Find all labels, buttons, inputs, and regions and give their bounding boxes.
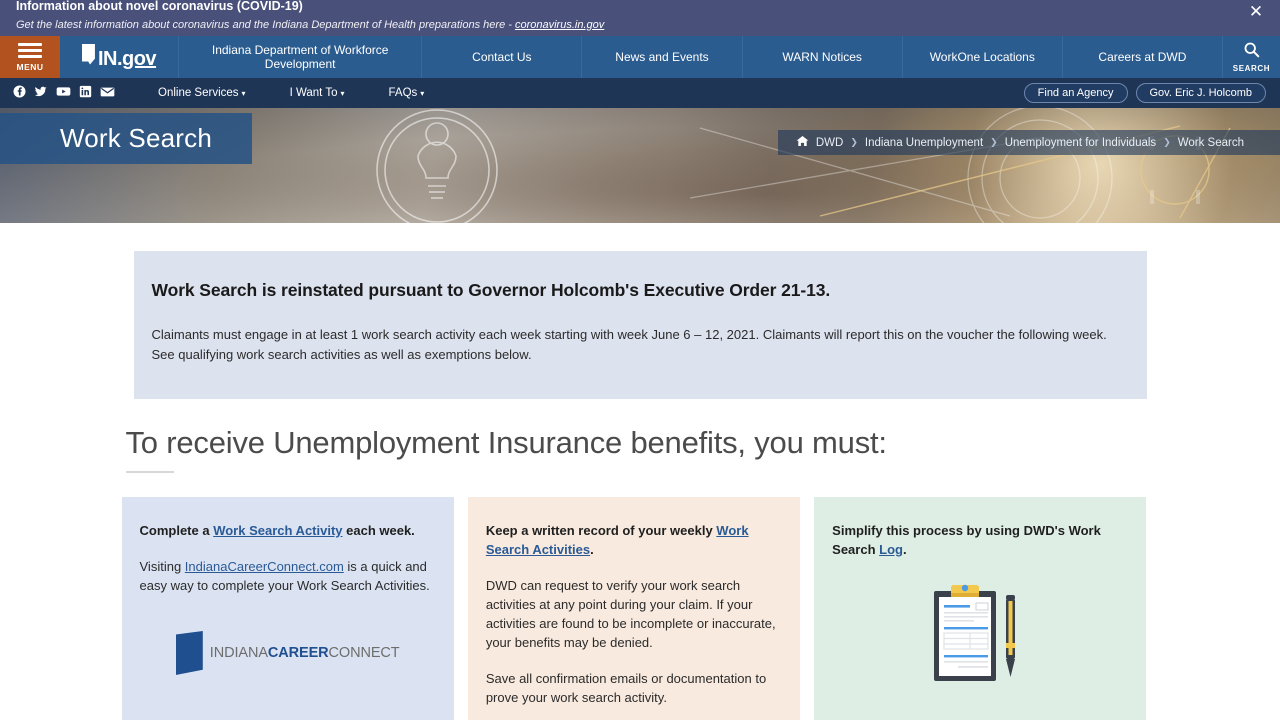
email-icon[interactable] bbox=[96, 86, 118, 101]
section-heading: To receive Unemployment Insurance benefi… bbox=[125, 425, 888, 460]
card-complete-work-search-activity: Complete a Work Search Activity each wee… bbox=[121, 497, 454, 720]
subnav-item-faqs[interactable]: FAQs ▾ bbox=[367, 87, 447, 99]
chevron-right-icon: ❯ bbox=[1163, 137, 1171, 148]
work-search-log-link[interactable]: Log bbox=[879, 542, 903, 557]
subnav-item-i-want-to-label: I Want To bbox=[289, 87, 338, 99]
card-1-heading-after: each week. bbox=[342, 523, 415, 538]
icc-text-career: CAREER bbox=[267, 645, 329, 661]
indiana-state-outline-icon bbox=[81, 43, 95, 65]
covid-banner-title: Information about novel coronavirus (COV… bbox=[16, 0, 303, 13]
chevron-right-icon: ❯ bbox=[850, 137, 858, 148]
twitter-icon[interactable] bbox=[30, 85, 52, 101]
primary-nav-items: Indiana Department of Workforce Developm… bbox=[178, 36, 1222, 78]
facebook-icon[interactable] bbox=[8, 85, 30, 101]
card-3-heading: Simplify this process by using DWD's Wor… bbox=[832, 521, 1128, 559]
covid-banner-subtitle: Get the latest information about coronav… bbox=[16, 12, 1264, 32]
card-3-heading-after: . bbox=[902, 542, 907, 557]
reinstatement-alert-box: Work Search is reinstated pursuant to Go… bbox=[133, 251, 1147, 399]
icc-mark-icon bbox=[175, 631, 203, 675]
card-2-heading-before: Keep a written record of your weekly bbox=[485, 523, 717, 538]
nav-item-contact-us[interactable]: Contact Us bbox=[421, 36, 582, 78]
nav-item-workone-locations[interactable]: WorkOne Locations bbox=[901, 36, 1062, 78]
work-search-activity-link[interactable]: Work Search Activity bbox=[213, 523, 342, 538]
primary-navigation: MENU IN.gov Indiana Department of Workfo… bbox=[0, 36, 1280, 78]
card-work-search-log: Simplify this process by using DWD's Wor… bbox=[814, 497, 1147, 720]
section-heading-rule bbox=[125, 471, 174, 473]
hamburger-menu-icon bbox=[18, 42, 42, 61]
hero-title-container: Work Search bbox=[0, 113, 252, 164]
icc-text-connect: CONNECT bbox=[328, 645, 400, 661]
search-icon bbox=[1243, 41, 1260, 62]
main-content: Work Search is reinstated pursuant to Go… bbox=[0, 251, 1280, 720]
subnav-item-online-services[interactable]: Online Services ▾ bbox=[136, 87, 268, 99]
breadcrumb-item-work-search: Work Search bbox=[1177, 136, 1244, 149]
youtube-icon[interactable] bbox=[52, 85, 74, 101]
hamburger-menu-button[interactable]: MENU bbox=[0, 36, 60, 78]
menu-button-label: MENU bbox=[16, 61, 44, 72]
in-gov-logo[interactable]: IN.gov bbox=[60, 36, 178, 78]
indiana-career-connect-logo: INDIANACAREERCONNECT bbox=[140, 631, 436, 675]
indiana-career-connect-link[interactable]: IndianaCareerConnect.com bbox=[185, 559, 344, 574]
home-icon[interactable] bbox=[796, 135, 809, 150]
find-an-agency-button[interactable]: Find an Agency bbox=[1023, 83, 1128, 103]
breadcrumb: DWD ❯ Indiana Unemployment ❯ Unemploymen… bbox=[777, 130, 1280, 155]
nav-item-dwd[interactable]: Indiana Department of Workforce Developm… bbox=[178, 36, 422, 78]
covid-banner-subtitle-text: Get the latest information about coronav… bbox=[16, 19, 515, 31]
secondary-navigation: Online Services ▾ I Want To ▾ FAQs ▾ Find a… bbox=[0, 78, 1280, 108]
coronavirus-in-gov-link[interactable]: coronavirus.in.gov bbox=[515, 19, 604, 31]
covid-alert-banner: Information about novel coronavirus (COV… bbox=[0, 0, 1280, 36]
chevron-down-icon: ▾ bbox=[340, 89, 345, 98]
search-button[interactable]: SEARCH bbox=[1222, 36, 1280, 78]
close-icon[interactable]: ✕ bbox=[1244, 0, 1268, 24]
chevron-down-icon: ▾ bbox=[241, 89, 246, 98]
subnav-item-online-services-label: Online Services bbox=[158, 87, 239, 99]
clipboard-and-pen-illustration bbox=[934, 584, 1016, 681]
breadcrumb-item-indiana-unemployment[interactable]: Indiana Unemployment bbox=[865, 137, 983, 149]
secondary-nav-links: Online Services ▾ I Want To ▾ FAQs ▾ bbox=[136, 87, 446, 99]
governor-link-button[interactable]: Gov. Eric J. Holcomb bbox=[1135, 83, 1266, 103]
brand-text-main: IN. bbox=[97, 47, 123, 70]
alert-body-text: Claimants must engage in at least 1 work… bbox=[151, 327, 1107, 362]
chevron-right-icon: ❯ bbox=[990, 137, 998, 148]
card-1-body: Visiting IndianaCareerConnect.com is a q… bbox=[140, 557, 436, 595]
nav-item-careers-at-dwd[interactable]: Careers at DWD bbox=[1061, 36, 1222, 78]
page-title: Work Search bbox=[60, 123, 212, 153]
card-2-heading: Keep a written record of your weekly Wor… bbox=[486, 521, 782, 559]
breadcrumb-item-unemployment-for-individuals[interactable]: Unemployment for Individuals bbox=[1005, 137, 1157, 149]
subnav-item-faqs-label: FAQs bbox=[388, 87, 418, 99]
alert-heading: Work Search is reinstated pursuant to Go… bbox=[151, 280, 831, 300]
icc-text-indiana: INDIANA bbox=[209, 645, 268, 661]
hero-banner: Work Search DWD ❯ Indiana Unemployment ❯… bbox=[0, 108, 1280, 223]
card-1-heading-before: Complete a bbox=[139, 523, 214, 538]
social-icon-group bbox=[0, 78, 126, 108]
clipboard-illustration-wrapper bbox=[832, 581, 1128, 685]
nav-item-news-and-events[interactable]: News and Events bbox=[581, 36, 742, 78]
chevron-down-icon: ▾ bbox=[420, 89, 425, 98]
breadcrumb-item-dwd[interactable]: DWD bbox=[816, 137, 843, 149]
subnav-item-i-want-to[interactable]: I Want To ▾ bbox=[268, 87, 367, 99]
nav-item-warn-notices[interactable]: WARN Notices bbox=[741, 36, 902, 78]
linkedin-icon[interactable] bbox=[74, 85, 96, 101]
card-keep-written-record: Keep a written record of your weekly Wor… bbox=[467, 497, 801, 720]
card-3-heading-before: Simplify this process by using DWD's Wor… bbox=[832, 523, 1101, 557]
card-2-paragraph-1: DWD can request to verify your work sear… bbox=[485, 578, 776, 650]
card-1-body-before: Visiting bbox=[139, 559, 185, 574]
card-1-heading: Complete a Work Search Activity each wee… bbox=[140, 521, 436, 540]
search-button-label: SEARCH bbox=[1232, 64, 1271, 73]
brand-text-gov: gov bbox=[122, 47, 157, 70]
subnav-pill-group: Find an Agency Gov. Eric J. Holcomb bbox=[1023, 83, 1280, 103]
card-2-heading-after: . bbox=[590, 542, 594, 557]
requirement-cards: Complete a Work Search Activity each wee… bbox=[121, 497, 1147, 720]
card-2-paragraph-2: Save all confirmation emails or document… bbox=[485, 671, 767, 705]
